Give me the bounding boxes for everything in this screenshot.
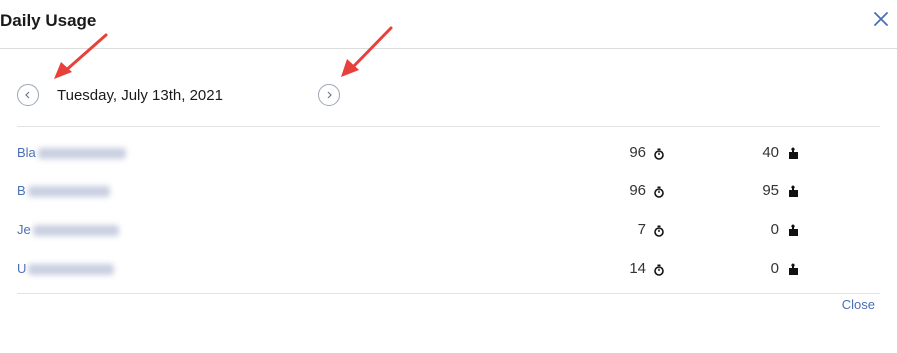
current-date: Tuesday, July 13th, 2021	[57, 87, 223, 104]
user-name-link[interactable]: Bla	[17, 145, 126, 160]
puzzle-value: 0	[770, 260, 779, 277]
stopwatch-icon	[654, 186, 664, 198]
user-name-link[interactable]: Je	[17, 222, 119, 237]
usage-row: Bla 96 40	[17, 143, 880, 165]
puzzle-piece-icon	[789, 185, 798, 197]
usage-row: Je 7 0	[17, 220, 880, 242]
stopwatch-icon	[654, 225, 664, 237]
puzzle-value: 40	[762, 144, 779, 161]
puzzle-piece-icon	[789, 147, 798, 159]
dialog-header: Daily Usage	[0, 0, 897, 49]
next-day-button[interactable]	[318, 84, 340, 106]
annotation-arrow-right	[341, 26, 393, 77]
previous-day-button[interactable]	[17, 84, 39, 106]
usage-row: U 14 0	[17, 259, 880, 281]
dialog-title: Daily Usage	[0, 11, 97, 30]
stopwatch-value: 96	[629, 144, 646, 161]
user-name-link[interactable]: U	[17, 261, 115, 276]
annotation-arrow-left	[54, 33, 108, 79]
list-divider-bottom	[17, 293, 880, 294]
user-name-link[interactable]: B	[17, 183, 110, 198]
stopwatch-icon	[654, 264, 664, 276]
stopwatch-value: 14	[629, 260, 646, 277]
puzzle-piece-icon	[789, 263, 798, 275]
puzzle-value: 0	[770, 221, 779, 238]
daily-usage-dialog: Daily Usage Tuesday, July 13th, 2021 Bla…	[0, 0, 897, 353]
puzzle-value: 95	[762, 182, 779, 199]
chevron-left-icon	[25, 91, 30, 99]
usage-row: B 96 95	[17, 181, 880, 203]
stopwatch-icon	[654, 148, 664, 160]
stopwatch-value: 7	[637, 221, 646, 238]
date-navigation: Tuesday, July 13th, 2021	[0, 82, 897, 108]
list-divider-top	[17, 126, 880, 127]
close-x-icon[interactable]	[874, 12, 888, 26]
puzzle-piece-icon	[789, 224, 798, 236]
close-button[interactable]: Close	[842, 297, 875, 312]
stopwatch-value: 96	[629, 182, 646, 199]
chevron-right-icon	[327, 91, 332, 99]
